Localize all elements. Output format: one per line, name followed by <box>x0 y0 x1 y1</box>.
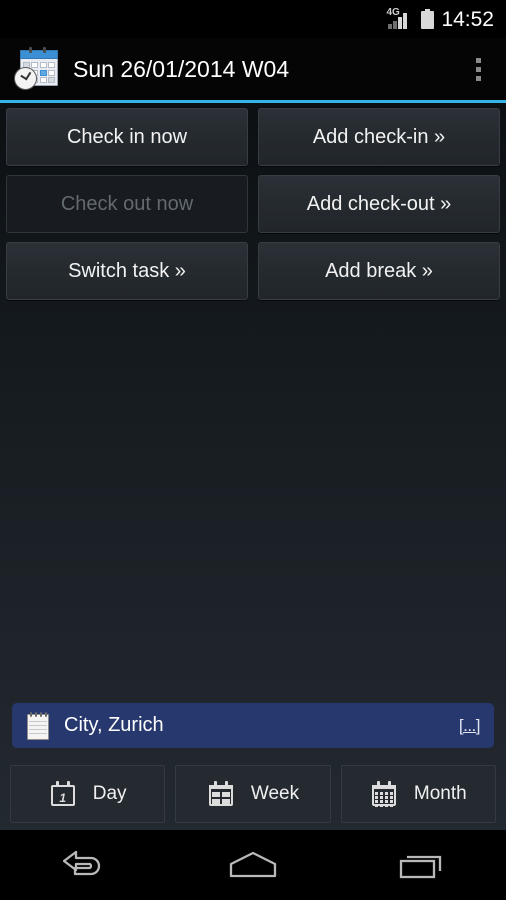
add-break-button[interactable]: Add break » <box>258 242 500 300</box>
page-title: Sun 26/01/2014 W04 <box>73 55 290 82</box>
calendar-clock-icon <box>14 47 60 91</box>
tab-day[interactable]: 1 Day <box>10 765 166 823</box>
android-nav-bar <box>0 830 506 900</box>
note-text: City, Zurich <box>64 714 164 736</box>
phone-screen: 4G 14:52 Sun 26/01/2014 W04 Check in now… <box>0 0 506 900</box>
check-out-now-button: Check out now <box>6 175 248 233</box>
tab-week-label: Week <box>250 783 300 804</box>
calendar-week-icon <box>207 780 235 808</box>
tab-month[interactable]: Month <box>340 765 496 823</box>
status-bar-clock: 14:52 <box>441 7 494 31</box>
tab-day-label: Day <box>92 783 127 804</box>
check-in-now-button[interactable]: Check in now <box>6 108 248 166</box>
switch-task-button[interactable]: Switch task » <box>6 242 248 300</box>
tab-month-label: Month <box>413 783 467 804</box>
battery-icon <box>421 9 435 29</box>
status-bar: 4G 14:52 <box>0 0 506 38</box>
view-tab-bar: 1 Day Week Month <box>0 765 506 823</box>
action-bar: Sun 26/01/2014 W04 <box>0 38 506 100</box>
back-icon[interactable] <box>39 830 129 900</box>
recent-apps-icon[interactable] <box>377 830 467 900</box>
note-bar[interactable]: City, Zurich [...] <box>12 703 494 748</box>
tab-week[interactable]: Week <box>175 765 331 823</box>
notepad-icon <box>26 711 52 742</box>
note-expand-link[interactable]: [...] <box>459 716 481 736</box>
add-check-in-button[interactable]: Add check-in » <box>258 108 500 166</box>
calendar-day-icon: 1 <box>49 780 77 808</box>
overflow-menu-icon[interactable] <box>464 47 492 91</box>
calendar-day-number: 1 <box>59 791 67 805</box>
home-icon[interactable] <box>208 830 298 900</box>
add-check-out-button[interactable]: Add check-out » <box>258 175 500 233</box>
main-content: Check in now Add check-in » Check out no… <box>0 103 506 830</box>
action-button-grid: Check in now Add check-in » Check out no… <box>0 108 506 300</box>
signal-bars-icon: 4G <box>386 8 414 29</box>
calendar-month-icon <box>370 780 398 808</box>
